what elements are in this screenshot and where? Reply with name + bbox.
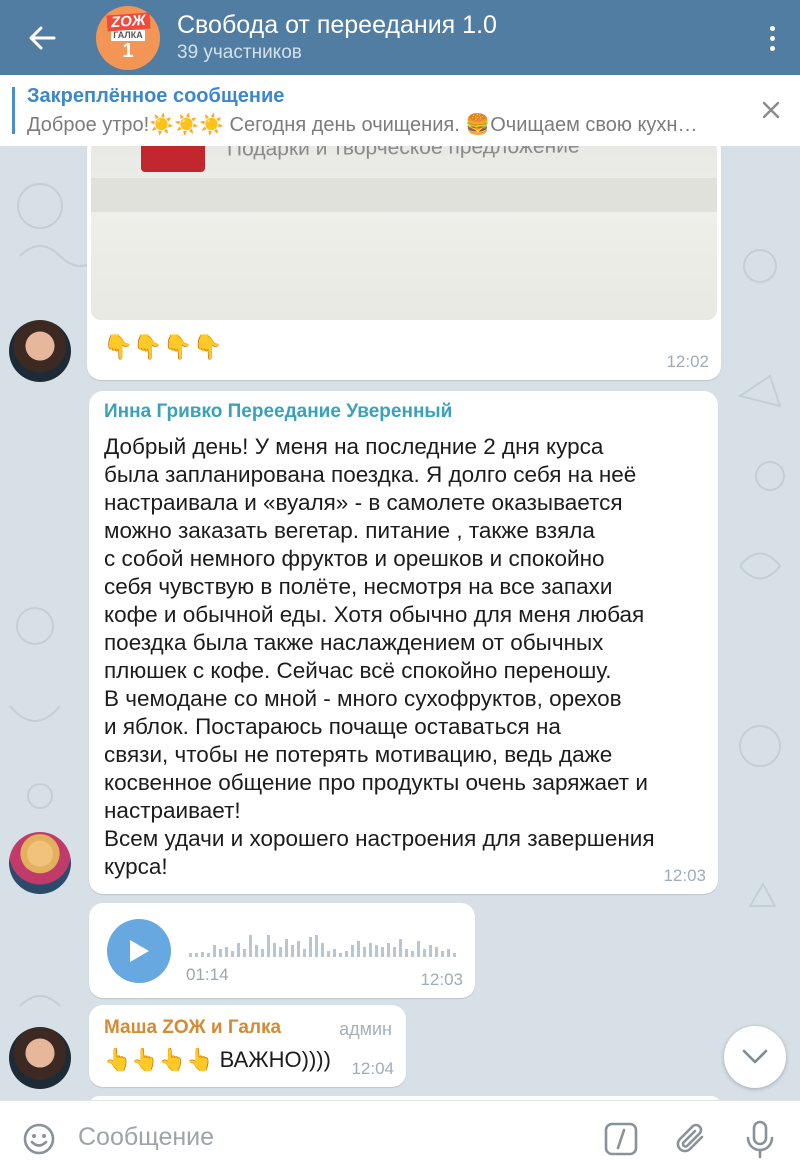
dot-icon xyxy=(769,25,775,31)
admin-badge: админ xyxy=(339,1019,392,1039)
close-pinned-button[interactable] xyxy=(758,97,784,123)
member-count: 39 участников xyxy=(177,41,302,63)
message-time: 12:03 xyxy=(663,866,706,885)
voice-message[interactable]: 01:14 12:03 xyxy=(89,903,475,998)
scroll-down-button[interactable] xyxy=(724,1026,786,1088)
chevron-down-icon xyxy=(742,1049,768,1064)
dot-icon xyxy=(769,35,775,41)
pinned-text: Доброе утро!☀️☀️☀️ Сегодня день очищения… xyxy=(27,114,698,136)
message-time: 12:03 xyxy=(420,970,463,989)
group-avatar[interactable]: ZOЖ ГАЛКА 1 xyxy=(96,5,160,70)
message-list[interactable]: Подарки и творческое предложение 👇👇👇👇 12… xyxy=(0,146,800,1100)
smiley-icon[interactable] xyxy=(22,1122,56,1156)
message-text: Добрый день! У меня на последние 2 дня к… xyxy=(104,434,655,879)
play-button[interactable] xyxy=(107,919,171,983)
voice-waveform[interactable] xyxy=(189,931,459,957)
avatar[interactable] xyxy=(9,832,71,894)
back-button[interactable] xyxy=(0,0,84,75)
message-time: 12:04 xyxy=(351,1059,394,1078)
photo-stripe xyxy=(91,178,717,212)
message-photo[interactable]: Подарки и творческое предложение xyxy=(91,146,717,320)
microphone-icon[interactable] xyxy=(744,1119,776,1159)
chat-header: ZOЖ ГАЛКА 1 Свобода от переедания 1.0 39… xyxy=(0,0,800,75)
message-text: 👆👆👆👆 ВАЖНО)))) xyxy=(104,1047,331,1072)
avatar[interactable] xyxy=(9,1027,71,1089)
message-emojis: 👇👇👇👇 xyxy=(103,334,223,361)
message-time: 12:02 xyxy=(666,352,709,371)
pinned-message-bar[interactable]: Закреплённое сообщение Доброе утро!☀️☀️☀… xyxy=(0,75,800,146)
voice-duration: 01:14 xyxy=(186,965,229,984)
arrow-left-icon xyxy=(29,26,56,49)
avatar[interactable] xyxy=(9,320,71,382)
message-input-bar: Сообщение xyxy=(0,1100,800,1173)
dot-icon xyxy=(769,45,775,51)
more-menu-button[interactable] xyxy=(764,18,780,58)
photo-red-element xyxy=(141,146,205,172)
admin-message[interactable]: Маша ZОЖ и Галка админ 👆👆👆👆 ВАЖНО)))) 12… xyxy=(89,1005,406,1087)
chat-title-block[interactable]: Свобода от переедания 1.0 39 участников xyxy=(177,10,497,66)
play-icon xyxy=(130,940,149,962)
avatar-logo-line3: 1 xyxy=(122,40,134,62)
photo-caption-text: Подарки и творческое предложение xyxy=(226,146,580,161)
avatar-logo-line1: ZOЖ xyxy=(106,12,150,32)
pinned-accent-bar xyxy=(12,87,15,134)
sender-name[interactable]: Инна Гривко Переедание Уверенный xyxy=(104,401,452,423)
message-input[interactable]: Сообщение xyxy=(78,1123,214,1152)
paperclip-icon[interactable] xyxy=(674,1121,710,1157)
sender-name[interactable]: Маша ZОЖ и Галка xyxy=(104,1017,281,1039)
text-message[interactable]: Инна Гривко Переедание Уверенный Добрый … xyxy=(89,391,718,894)
bot-command-icon[interactable] xyxy=(603,1121,639,1157)
image-message[interactable]: Подарки и творческое предложение 👇👇👇👇 12… xyxy=(87,146,721,380)
pinned-title: Закреплённое сообщение xyxy=(27,85,285,107)
chat-title: Свобода от переедания 1.0 xyxy=(177,10,497,39)
close-icon xyxy=(762,101,780,119)
